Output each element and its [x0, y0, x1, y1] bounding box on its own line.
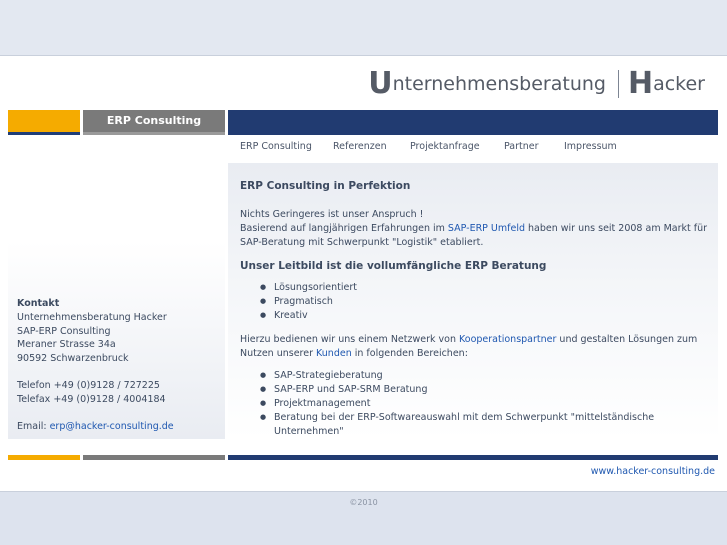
logo-letter-u: U	[368, 66, 393, 101]
main-content: ERP Consulting in Perfektion Nichts Geri…	[228, 163, 718, 439]
nav-item-partner[interactable]: Partner	[504, 141, 539, 152]
email-link[interactable]: erp@hacker-consulting.de	[50, 421, 174, 432]
intro-text-pre: Basierend auf langjährigen Erfahrungen i…	[240, 222, 448, 234]
logo-separator	[617, 70, 619, 98]
contact-fax: Telefax +49 (0)9128 / 4004184	[17, 393, 166, 405]
network-text-pre: Hierzu bedienen wir uns einem Netzwerk v…	[240, 333, 460, 345]
kooperationspartner-link[interactable]: Kooperationspartner	[459, 334, 556, 345]
services-list: SAP-Strategieberatung SAP-ERP und SAP-SR…	[240, 369, 714, 438]
website-link[interactable]: www.hacker-consulting.de	[591, 466, 715, 477]
contact-spacer	[17, 366, 174, 379]
nav-item-referenzen[interactable]: Referenzen	[333, 141, 387, 152]
page-container: U nternehmensberatung H acker ERP Consul…	[0, 55, 727, 492]
sap-erp-umfeld-link[interactable]: SAP-ERP Umfeld	[448, 223, 525, 234]
top-background	[0, 0, 727, 55]
logo-text-2: acker	[653, 73, 705, 95]
logo-letter-h: H	[627, 66, 654, 101]
nav-item-projektanfrage[interactable]: Projektanfrage	[410, 141, 480, 152]
list-item: SAP-Strategieberatung	[240, 369, 714, 383]
section-label: ERP Consulting	[83, 110, 225, 132]
sidebar: Kontakt Unternehmensberatung Hacker SAP-…	[8, 135, 225, 439]
contact-line: 90592 Schwarzenbruck	[17, 353, 129, 365]
contact-block: Kontakt Unternehmensberatung Hacker SAP-…	[17, 297, 174, 433]
contact-line: Unternehmensberatung Hacker	[17, 311, 167, 323]
email-label: Email:	[17, 420, 50, 432]
list-item: Pragmatisch	[240, 295, 714, 309]
list-item: Kreativ	[240, 309, 714, 323]
list-item: Beratung bei der ERP-Softwareauswahl mit…	[240, 411, 714, 439]
network-text-post: in folgenden Bereichen:	[351, 347, 468, 359]
section-subtitle: Unser Leitbild ist die vollumfängliche E…	[240, 260, 547, 273]
kunden-link[interactable]: Kunden	[316, 348, 352, 359]
contact-heading: Kontakt	[17, 298, 60, 309]
company-logo[interactable]: U nternehmensberatung H acker	[368, 68, 705, 100]
header-bar-blue	[228, 110, 718, 135]
list-item: Lösungsorientiert	[240, 281, 714, 295]
nav-item-impressum[interactable]: Impressum	[564, 141, 617, 152]
contact-line: SAP-ERP Consulting	[17, 325, 111, 337]
nav-item-erp-consulting[interactable]: ERP Consulting	[240, 141, 312, 152]
contact-phone: Telefon +49 (0)9128 / 727225	[17, 379, 160, 391]
values-list: Lösungsorientiert Pragmatisch Kreativ	[240, 281, 714, 322]
contact-line: Meraner Strasse 34a	[17, 339, 116, 351]
intro-line: Nichts Geringeres ist unser Anspruch !	[240, 209, 424, 220]
footer-bar-grey	[83, 455, 225, 460]
contact-email-row: Email: erp@hacker-consulting.de	[17, 420, 174, 434]
contact-spacer	[17, 407, 174, 420]
network-paragraph: Hierzu bedienen wir uns einem Netzwerk v…	[240, 333, 714, 361]
page-title: ERP Consulting in Perfektion	[240, 180, 411, 192]
copyright: ©2010	[349, 498, 378, 507]
list-item: Projektmanagement	[240, 397, 714, 411]
list-item: SAP-ERP und SAP-SRM Beratung	[240, 383, 714, 397]
intro-paragraph: Basierend auf langjährigen Erfahrungen i…	[240, 222, 714, 250]
main-nav: ERP Consulting Referenzen Projektanfrage…	[228, 135, 718, 163]
logo-text-1: nternehmensberatung	[392, 73, 606, 95]
footer-bar-orange	[8, 455, 80, 460]
footer-bar-blue	[228, 455, 718, 460]
header-bar-orange	[8, 110, 80, 132]
